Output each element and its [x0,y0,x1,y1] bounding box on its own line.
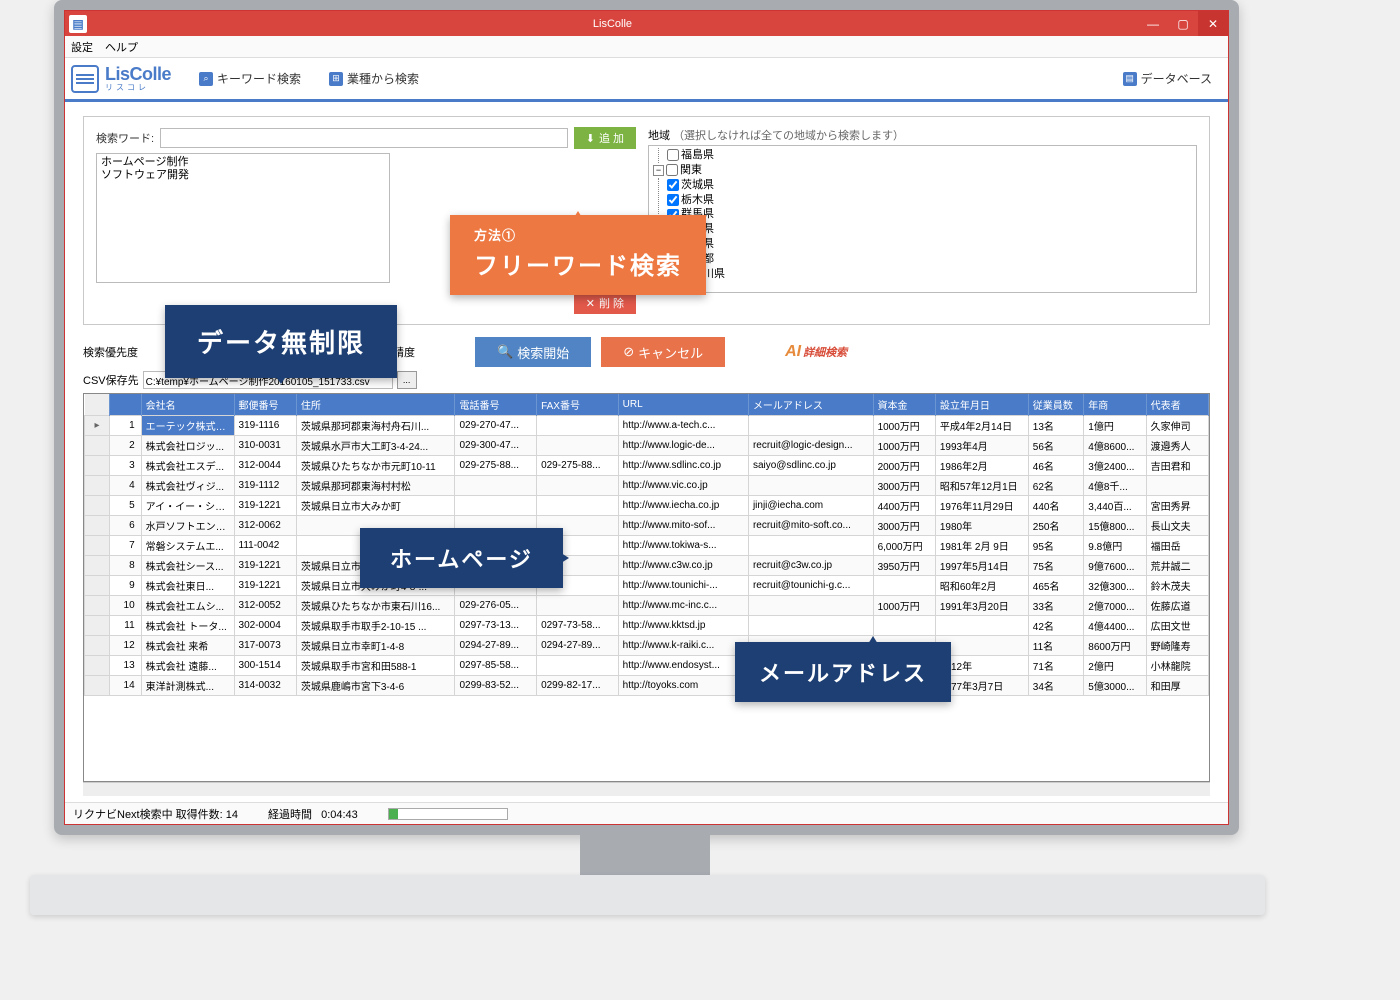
statusbar: リクナビNext検索中 取得件数: 14 経過時間 0:04:43 [65,802,1228,824]
delete-keyword-button[interactable]: ✕ 削 除 [574,292,636,314]
search-word-input[interactable] [160,128,568,148]
callout-freeword: 方法① フリーワード検索 [450,215,706,295]
tab-keyword-search[interactable]: ⌕ キーワード検索 [199,70,301,87]
minimize-button[interactable]: — [1138,11,1168,36]
column-header[interactable]: 住所 [296,394,455,416]
table-row[interactable]: 12株式会社 来希317-0073茨城県日立市幸町1-4-80294-27-89… [85,636,1209,656]
app-logo: LisColle リスコレ [71,65,171,93]
search-word-label: 検索ワード: [96,130,154,146]
results-table[interactable]: 会社名郵便番号住所電話番号FAX番号URLメールアドレス資本金設立年月日従業員数… [83,393,1210,782]
menu-help[interactable]: ヘルプ [105,39,138,55]
table-row[interactable]: 8株式会社シース...319-1221茨城県日立市大みか町1-20...0294… [85,556,1209,576]
table-row[interactable]: 6水戸ソフトエンジ...312-0062http://www.mito-sof.… [85,516,1209,536]
table-row[interactable]: 10株式会社エムシ...312-0052茨城県ひたちなか市東石川16...029… [85,596,1209,616]
horizontal-scrollbar[interactable] [83,782,1210,796]
browse-button[interactable]: ... [397,371,417,389]
table-row[interactable]: 2株式会社ロジッ...310-0031茨城県水戸市大工町3-4-24...029… [85,436,1209,456]
tab-database[interactable]: ▤ データベース [1123,70,1212,87]
maximize-button[interactable]: ▢ [1168,11,1198,36]
window-title: LisColle [87,18,1138,30]
column-header[interactable]: 年商 [1084,394,1146,416]
logo-icon [71,65,99,93]
table-row[interactable]: 14東洋計測株式...314-0032茨城県鹿嶋市宮下3-4-60299-83-… [85,676,1209,696]
elapsed-label: 経過時間 [268,809,312,821]
callout-mail: メールアドレス [735,642,951,702]
x-icon: ✕ [586,297,595,310]
column-header[interactable]: 設立年月日 [935,394,1028,416]
ai-icon: AI [785,343,801,361]
search-icon: 🔍 [497,344,513,360]
table-row[interactable]: 7常磐システムエ...111-0042http://www.tokiwa-s..… [85,536,1209,556]
database-icon: ▤ [1123,72,1137,86]
menu-settings[interactable]: 設定 [71,39,93,55]
close-button[interactable]: ✕ [1198,11,1228,36]
status-text: リクナビNext検索中 取得件数: 14 [73,806,238,822]
toolbar: LisColle リスコレ ⌕ キーワード検索 ⊞ 業種から検索 ▤ データベー… [65,58,1228,102]
region-tree[interactable]: 福島県 −関東 茨城県栃木県群馬県埼玉県千葉県東京都神奈川県 +中部 [648,145,1197,293]
table-row[interactable]: ▸1エーテック株式会...319-1116茨城県那珂郡東海村舟石川...029-… [85,416,1209,436]
table-row[interactable]: 13株式会社 遠藤...300-1514茨城県取手市宮和田588-10297-8… [85,656,1209,676]
column-header[interactable] [85,394,110,416]
csv-label: CSV保存先 [83,372,139,388]
collapse-icon[interactable]: − [653,165,664,176]
column-header[interactable] [109,394,141,416]
column-header[interactable]: 郵便番号 [234,394,296,416]
column-header[interactable]: メールアドレス [748,394,873,416]
table-row[interactable]: 9株式会社東日...319-1221茨城県日立市大みか町4-8-...0294-… [85,576,1209,596]
region-checkbox[interactable] [667,179,679,191]
cancel-button[interactable]: ⊘ キャンセル [601,337,725,367]
start-search-button[interactable]: 🔍 検索開始 [475,337,591,367]
column-header[interactable]: 従業員数 [1028,394,1084,416]
column-header[interactable]: URL [618,394,748,416]
search-icon: ⌕ [199,72,213,86]
region-hint: （選択しなければ全ての地域から検索します） [673,130,904,142]
elapsed-time: 0:04:43 [321,809,358,821]
column-header[interactable]: 会社名 [141,394,234,416]
app-icon: ▤ [69,15,87,33]
search-priority-label: 検索優先度 [83,344,143,360]
table-row[interactable]: 5アイ・イー・シー...319-1221茨城県日立市大みか町http://www… [85,496,1209,516]
table-row[interactable]: 11株式会社 トータ...302-0004茨城県取手市取手2-10-15 ...… [85,616,1209,636]
advanced-search-link[interactable]: AI 詳細検索 [785,343,847,361]
table-row[interactable]: 3株式会社エスデ...312-0044茨城県ひたちなか市元町10-11029-2… [85,456,1209,476]
callout-unlimited: データ無制限 [165,305,397,378]
menubar: 設定 ヘルプ [65,36,1228,58]
cancel-icon: ⊘ [623,344,634,360]
logo-sub: リスコレ [105,84,171,92]
region-label: 地域 [648,130,670,142]
logo-main: LisColle [105,65,171,83]
window-titlebar: ▤ LisColle — ▢ ✕ [65,11,1228,36]
column-header[interactable]: 電話番号 [455,394,537,416]
region-checkbox[interactable] [667,149,679,161]
download-icon: ⬇ [586,132,595,145]
callout-homepage: ホームページ [360,528,563,588]
keywords-textarea[interactable] [96,153,390,283]
add-keyword-button[interactable]: ⬇ 追 加 [574,127,636,149]
column-header[interactable]: 資本金 [873,394,935,416]
tab-industry-search[interactable]: ⊞ 業種から検索 [329,70,419,87]
grid-icon: ⊞ [329,72,343,86]
column-header[interactable]: FAX番号 [537,394,619,416]
region-checkbox[interactable] [667,194,679,206]
progress-bar [388,808,508,820]
region-checkbox[interactable] [666,164,678,176]
table-row[interactable]: 4株式会社ヴィジ...319-1112茨城県那珂郡東海村村松http://www… [85,476,1209,496]
column-header[interactable]: 代表者 [1146,394,1208,416]
